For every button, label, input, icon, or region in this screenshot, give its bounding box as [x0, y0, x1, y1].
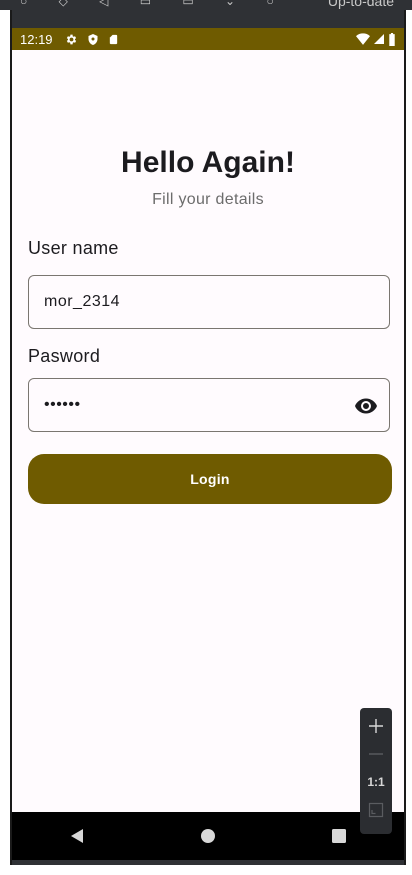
- fit-screen-icon[interactable]: [362, 796, 390, 824]
- screen: ○ ◇ ◁ ▭ ▭ ⌄ ○ Up-to-date 12:19 Hello Aga…: [0, 0, 412, 875]
- navigation-bar: [12, 812, 404, 860]
- wifi-icon: [356, 33, 370, 45]
- battery-icon: [388, 32, 396, 46]
- minus-icon[interactable]: [362, 740, 390, 768]
- sd-card-icon: [108, 33, 119, 46]
- status-time: 12:19: [20, 31, 53, 47]
- device-bottom-bezel: [12, 860, 404, 865]
- device-top-bezel: [12, 10, 404, 28]
- username-label: User name: [28, 238, 119, 258]
- password-input[interactable]: [29, 379, 344, 431]
- device-frame: 12:19 Hello Again! Fill your details Use…: [10, 10, 406, 865]
- host-status-text: Up-to-date: [327, 0, 394, 9]
- host-toolbar-icons: ○ ◇ ◁ ▭ ▭ ⌄ ○: [20, 0, 288, 8]
- home-icon[interactable]: [188, 816, 228, 856]
- signal-icon: [373, 33, 385, 45]
- gear-icon: [65, 33, 78, 46]
- emulator-zoom-panel: 1:1: [360, 708, 392, 834]
- login-screen: Hello Again! Fill your details User name…: [12, 50, 404, 810]
- password-field-container[interactable]: [28, 378, 390, 432]
- username-field-container[interactable]: [28, 275, 390, 329]
- page-subtitle: Fill your details: [152, 191, 264, 208]
- shield-icon: [87, 33, 99, 46]
- eye-icon[interactable]: [353, 393, 379, 419]
- recents-icon[interactable]: [319, 816, 359, 856]
- plus-icon[interactable]: [362, 712, 390, 740]
- page-title: Hello Again!: [121, 146, 295, 179]
- one-to-one-button[interactable]: 1:1: [362, 768, 390, 796]
- status-bar: 12:19: [12, 28, 404, 50]
- back-icon[interactable]: [57, 816, 97, 856]
- host-toolbar: ○ ◇ ◁ ▭ ▭ ⌄ ○ Up-to-date: [0, 0, 412, 10]
- username-input[interactable]: [29, 276, 344, 328]
- login-button[interactable]: Login: [28, 454, 392, 504]
- password-label: Pasword: [28, 346, 101, 366]
